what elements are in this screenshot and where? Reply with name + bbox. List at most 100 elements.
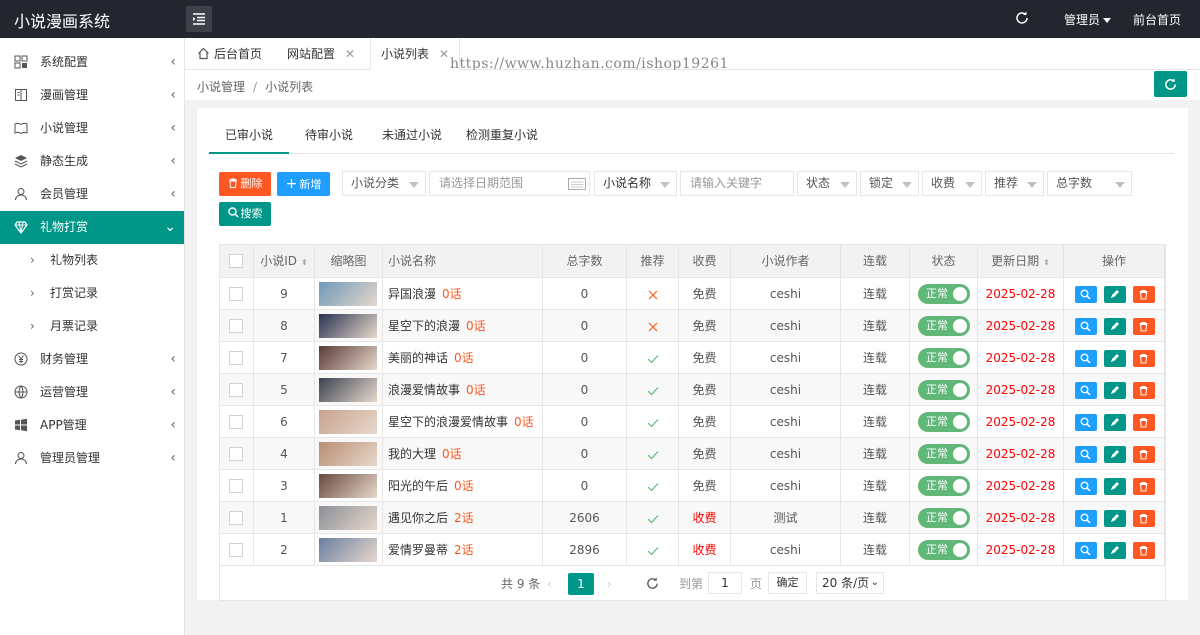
tab-rejected[interactable]: 未通过小说 [382,122,442,154]
tab-pending[interactable]: 待审小说 [305,122,353,154]
row-checkbox[interactable] [229,415,243,429]
column-header-id[interactable]: 小说ID ⬍ [254,245,315,278]
delete-row-button[interactable] [1133,350,1155,367]
select-all-checkbox[interactable] [229,254,243,268]
page-number-current[interactable]: 1 [568,573,594,595]
tab-site-config[interactable]: 网站配置 ✕ [277,38,365,70]
edit-button[interactable] [1104,350,1126,367]
chapter-count[interactable]: 0话 [454,351,474,365]
status-filter-select[interactable]: 状态 [797,171,857,196]
category-select[interactable]: 小说分类 [342,171,426,196]
charge-filter-select[interactable]: 收费 [922,171,982,196]
admin-user-menu[interactable]: 管理员 [1064,11,1112,28]
sidebar-subitem[interactable]: › 月票记录 [0,310,184,343]
tab-home[interactable]: 后台首页 [187,38,272,70]
sidebar-toggle-button[interactable] [186,6,212,32]
edit-button[interactable] [1104,446,1126,463]
chapter-count[interactable]: 0话 [466,383,486,397]
edit-button[interactable] [1104,542,1126,559]
keyword-input[interactable]: 请输入关键字 [680,171,794,196]
delete-row-button[interactable] [1133,414,1155,431]
cross-icon[interactable] [648,290,658,300]
page-size-select[interactable]: 20 条/页 ⌄ [816,572,884,594]
view-button[interactable] [1075,510,1097,527]
chapter-count[interactable]: 0话 [514,415,534,429]
view-button[interactable] [1075,382,1097,399]
status-toggle[interactable]: 正常 [918,380,970,400]
sidebar-item-gift[interactable]: 礼物打赏 ⌄ [0,211,184,244]
chapter-count[interactable]: 0话 [442,447,462,461]
sidebar-subitem[interactable]: › 打赏记录 [0,277,184,310]
delete-row-button[interactable] [1133,478,1155,495]
status-toggle[interactable]: 正常 [918,412,970,432]
status-toggle[interactable]: 正常 [918,508,970,528]
delete-row-button[interactable] [1133,510,1155,527]
tab-approved[interactable]: 已审小说 [209,122,289,154]
sidebar-item-app[interactable]: APP管理 ‹ [0,409,184,442]
goto-page-input[interactable]: 1 [708,572,742,594]
row-checkbox[interactable] [229,511,243,525]
front-home-link[interactable]: 前台首页 [1133,11,1181,28]
check-icon[interactable] [647,354,659,364]
sidebar-item-operation[interactable]: 运营管理 ‹ [0,376,184,409]
view-button[interactable] [1075,318,1097,335]
edit-button[interactable] [1104,318,1126,335]
search-button[interactable]: 搜索 [219,202,271,226]
view-button[interactable] [1075,286,1097,303]
chapter-count[interactable]: 2话 [454,511,474,525]
sidebar-subitem[interactable]: › 礼物列表 [0,244,184,277]
sidebar-item-member[interactable]: 会员管理 ‹ [0,178,184,211]
row-checkbox[interactable] [229,383,243,397]
sidebar-item-system-config[interactable]: 系统配置 ‹ [0,46,184,79]
refresh-icon[interactable] [1014,10,1030,29]
close-icon[interactable]: ✕ [439,47,449,61]
chapter-count[interactable]: 2话 [454,543,474,557]
delete-row-button[interactable] [1133,318,1155,335]
check-icon[interactable] [647,514,659,524]
sidebar-item-static[interactable]: 静态生成 ‹ [0,145,184,178]
date-range-input[interactable]: 请选择日期范围 [429,171,590,196]
status-toggle[interactable]: 正常 [918,284,970,304]
sidebar-item-finance[interactable]: 财务管理 ‹ [0,343,184,376]
prev-page-icon[interactable]: ‹ [547,574,552,594]
words-filter-select[interactable]: 总字数 [1047,171,1132,196]
row-checkbox[interactable] [229,447,243,461]
check-icon[interactable] [647,386,659,396]
lock-filter-select[interactable]: 锁定 [860,171,919,196]
status-toggle[interactable]: 正常 [918,348,970,368]
row-checkbox[interactable] [229,543,243,557]
status-toggle[interactable]: 正常 [918,316,970,336]
breadcrumb-parent[interactable]: 小说管理 [197,80,245,94]
delete-row-button[interactable] [1133,382,1155,399]
goto-confirm-button[interactable]: 确定 [768,572,807,594]
delete-row-button[interactable] [1133,542,1155,559]
sidebar-item-comic[interactable]: 漫画管理 ‹ [0,79,184,112]
reload-button[interactable] [1154,71,1187,97]
edit-button[interactable] [1104,286,1126,303]
column-header-date[interactable]: 更新日期 ⬍ [978,245,1064,278]
next-page-icon[interactable]: › [607,574,612,594]
edit-button[interactable] [1104,478,1126,495]
tab-duplicate-check[interactable]: 检测重复小说 [466,122,538,154]
chapter-count[interactable]: 0话 [466,319,486,333]
view-button[interactable] [1075,350,1097,367]
row-checkbox[interactable] [229,287,243,301]
sidebar-item-admin[interactable]: 管理员管理 ‹ [0,442,184,475]
close-icon[interactable]: ✕ [345,47,355,61]
sidebar-item-novel[interactable]: 小说管理 ‹ [0,112,184,145]
check-icon[interactable] [647,450,659,460]
delete-row-button[interactable] [1133,446,1155,463]
check-icon[interactable] [647,546,659,556]
row-checkbox[interactable] [229,351,243,365]
refresh-page-icon[interactable] [645,576,660,597]
check-icon[interactable] [647,482,659,492]
status-toggle[interactable]: 正常 [918,444,970,464]
recommend-filter-select[interactable]: 推荐 [985,171,1044,196]
chapter-count[interactable]: 0话 [454,479,474,493]
edit-button[interactable] [1104,510,1126,527]
field-select[interactable]: 小说名称 [594,171,677,196]
cross-icon[interactable] [648,322,658,332]
view-button[interactable] [1075,446,1097,463]
tab-novel-list[interactable]: 小说列表 ✕ [370,38,461,70]
view-button[interactable] [1075,478,1097,495]
